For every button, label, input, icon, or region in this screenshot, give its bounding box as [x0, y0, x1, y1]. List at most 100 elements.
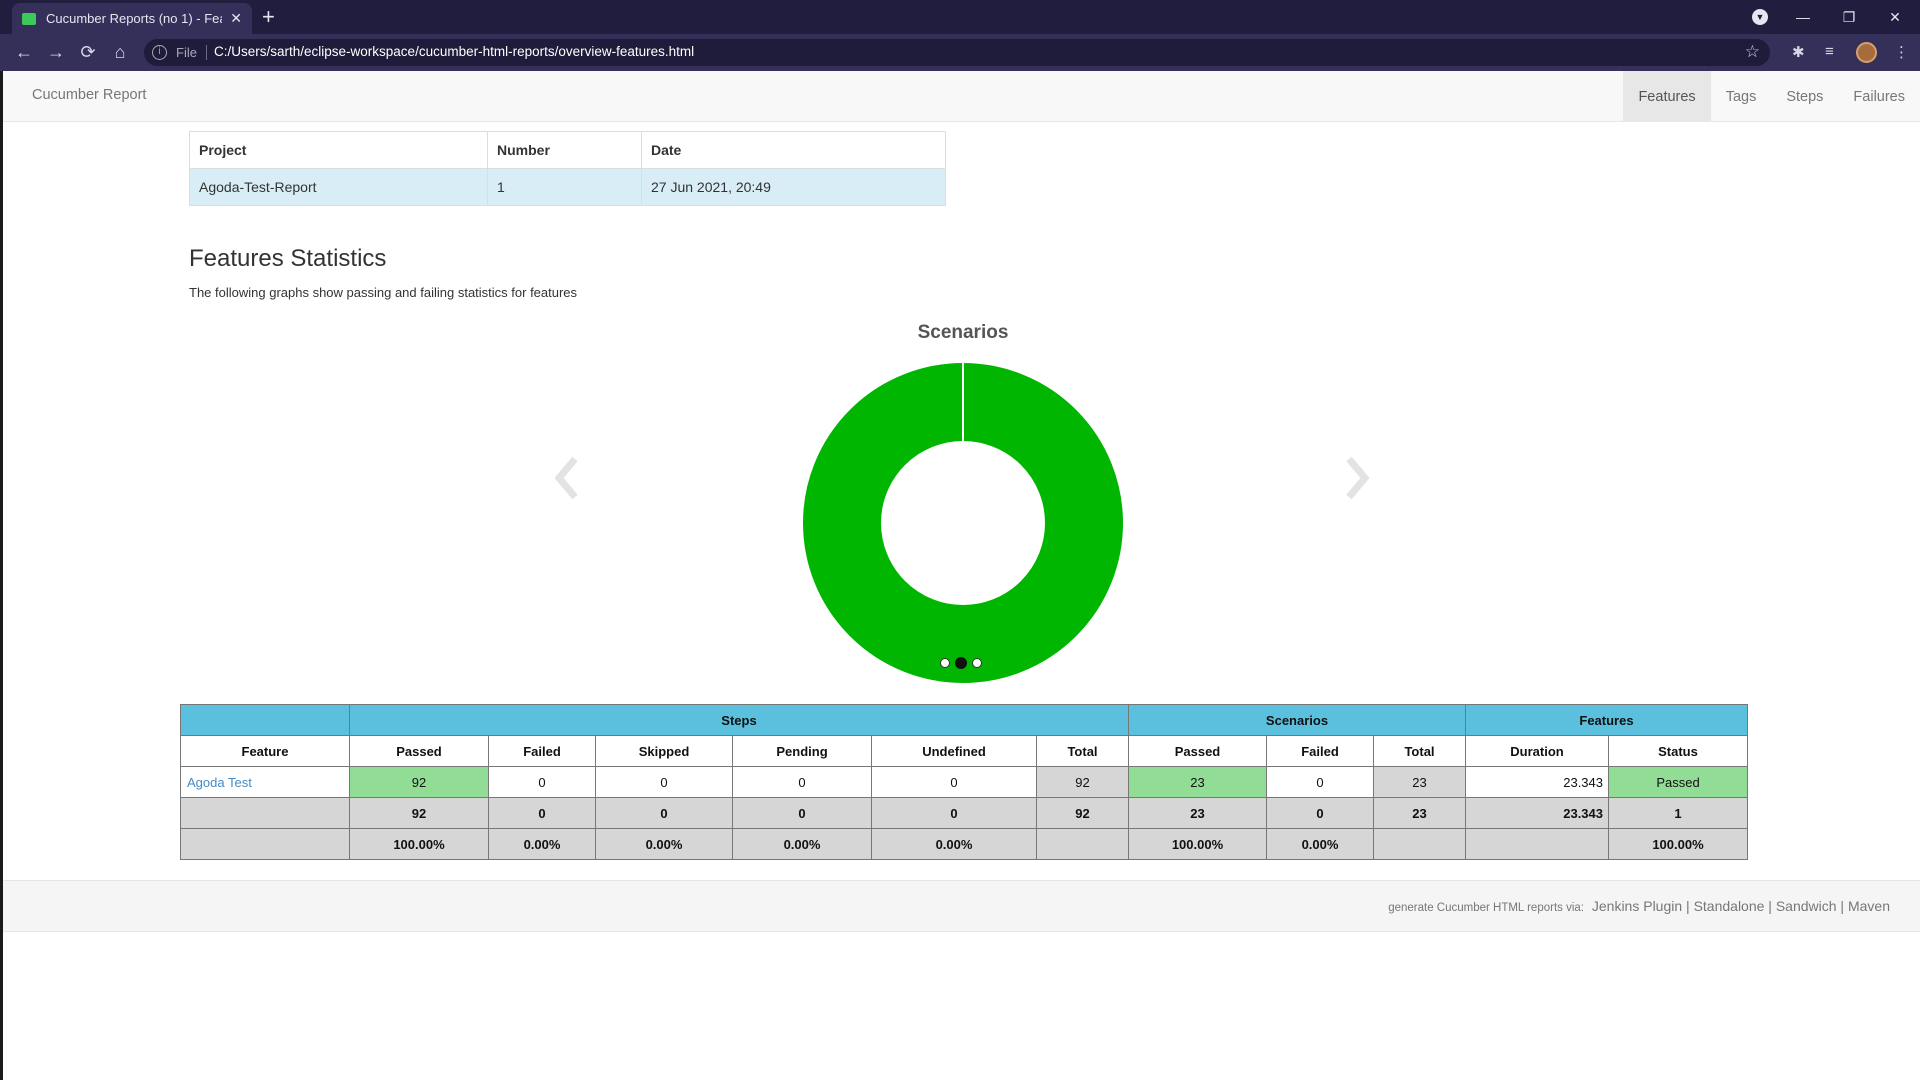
tab-search-icon[interactable]: ▼: [1752, 9, 1768, 25]
project-header: Project: [189, 131, 488, 169]
header-scenarios-failed[interactable]: Failed: [1266, 735, 1374, 767]
carousel-dot-2[interactable]: [955, 657, 967, 669]
build-info-table: Project Number Date Agoda-Test-Report 1 …: [189, 131, 946, 206]
home-icon[interactable]: ⌂: [106, 34, 134, 71]
number-header: Number: [487, 131, 642, 169]
nav-steps[interactable]: Steps: [1771, 71, 1838, 122]
extensions-icon[interactable]: ✱: [1792, 43, 1805, 61]
back-icon[interactable]: ←: [10, 34, 38, 71]
forward-icon[interactable]: →: [42, 34, 70, 71]
group-steps: Steps: [349, 704, 1129, 736]
totals-label: [180, 797, 350, 829]
cell-steps-failed: 0: [488, 766, 596, 798]
total-scenarios-total: 23: [1373, 797, 1466, 829]
address-bar[interactable]: i File C:/Users/sarth/eclipse-workspace/…: [144, 39, 1770, 66]
media-queue-icon[interactable]: ≡: [1825, 43, 1834, 60]
footer-text: generate Cucumber HTML reports via: Jenk…: [1388, 898, 1890, 914]
report-footer: generate Cucumber HTML reports via: Jenk…: [3, 880, 1920, 932]
cell-status: Passed: [1608, 766, 1748, 798]
header-scenarios-total[interactable]: Total: [1373, 735, 1466, 767]
pct-scenarios-failed: 0.00%: [1266, 828, 1374, 860]
cell-steps-skipped: 0: [595, 766, 733, 798]
new-tab-icon[interactable]: +: [262, 5, 275, 29]
total-scenarios-failed: 0: [1266, 797, 1374, 829]
total-steps-pending: 0: [732, 797, 872, 829]
header-steps-undefined[interactable]: Undefined: [871, 735, 1037, 767]
total-steps-undefined: 0: [871, 797, 1037, 829]
number-value: 1: [487, 168, 642, 206]
date-header: Date: [641, 131, 946, 169]
pct-steps-undefined: 0.00%: [871, 828, 1037, 860]
carousel-indicators: [940, 657, 982, 669]
minimize-icon[interactable]: —: [1780, 0, 1826, 34]
pct-steps-total: [1036, 828, 1129, 860]
cell-steps-pending: 0: [732, 766, 872, 798]
pct-steps-skipped: 0.00%: [595, 828, 733, 860]
restore-icon[interactable]: ❐: [1826, 0, 1872, 34]
navbar-links: Features Tags Steps Failures: [1623, 71, 1920, 122]
total-steps-failed: 0: [488, 797, 596, 829]
chart-title: Scenarios: [917, 322, 1009, 343]
percent-label: [180, 828, 350, 860]
reload-icon[interactable]: ⟳: [74, 34, 102, 71]
features-statistics-description: The following graphs show passing and fa…: [189, 285, 578, 300]
header-steps-pending[interactable]: Pending: [732, 735, 872, 767]
pct-steps-pending: 0.00%: [732, 828, 872, 860]
header-steps-failed[interactable]: Failed: [488, 735, 596, 767]
total-steps-skipped: 0: [595, 797, 733, 829]
header-steps-passed[interactable]: Passed: [349, 735, 489, 767]
carousel-next-icon[interactable]: [1341, 453, 1371, 503]
total-features: 1: [1608, 797, 1748, 829]
features-statistics-title: Features Statistics: [189, 245, 387, 272]
pct-duration: [1465, 828, 1609, 860]
carousel-dot-3[interactable]: [972, 658, 982, 668]
scheme-label: File: [176, 45, 197, 60]
cell-duration: 23.343: [1465, 766, 1609, 798]
report-page: Cucumber Report Features Tags Steps Fail…: [0, 71, 1920, 1080]
pct-features: 100.00%: [1608, 828, 1748, 860]
header-status[interactable]: Status: [1608, 735, 1748, 767]
nav-features[interactable]: Features: [1623, 71, 1711, 122]
browser-tab[interactable]: Cucumber Reports (no 1) - Featu ✕: [12, 3, 252, 34]
header-scenarios-passed[interactable]: Passed: [1128, 735, 1267, 767]
nav-tags[interactable]: Tags: [1711, 71, 1772, 122]
total-scenarios-passed: 23: [1128, 797, 1267, 829]
feature-link[interactable]: Agoda Test: [180, 766, 350, 798]
carousel-prev-icon[interactable]: [553, 453, 583, 503]
cell-scenarios-passed: 23: [1128, 766, 1267, 798]
close-tab-icon[interactable]: ✕: [230, 10, 242, 27]
percent-row: 100.00% 0.00% 0.00% 0.00% 0.00% 100.00% …: [180, 828, 1748, 860]
cell-steps-passed: 92: [349, 766, 489, 798]
cell-scenarios-total: 23: [1373, 766, 1466, 798]
pct-scenarios-passed: 100.00%: [1128, 828, 1267, 860]
pct-steps-failed: 0.00%: [488, 828, 596, 860]
project-value: Agoda-Test-Report: [189, 168, 488, 206]
navbar-brand[interactable]: Cucumber Report: [32, 87, 146, 103]
cell-steps-undefined: 0: [871, 766, 1037, 798]
omnibox-divider: [206, 45, 207, 60]
url-text[interactable]: C:/Users/sarth/eclipse-workspace/cucumbe…: [214, 44, 694, 59]
footer-link-sandwich[interactable]: Sandwich: [1776, 898, 1837, 914]
header-steps-skipped[interactable]: Skipped: [595, 735, 733, 767]
footer-link-standalone[interactable]: Standalone: [1694, 898, 1765, 914]
cell-steps-total: 92: [1036, 766, 1129, 798]
nav-failures[interactable]: Failures: [1838, 71, 1920, 122]
group-empty: [180, 704, 350, 736]
window-close-icon[interactable]: ✕: [1872, 0, 1918, 34]
header-duration[interactable]: Duration: [1465, 735, 1609, 767]
tab-title: Cucumber Reports (no 1) - Featu: [46, 11, 223, 26]
header-feature[interactable]: Feature: [180, 735, 350, 767]
report-navbar: Cucumber Report Features Tags Steps Fail…: [3, 71, 1920, 122]
group-scenarios: Scenarios: [1128, 704, 1466, 736]
carousel-dot-1[interactable]: [940, 658, 950, 668]
info-icon[interactable]: i: [152, 45, 167, 60]
date-value: 27 Jun 2021, 20:49: [641, 168, 946, 206]
menu-kebab-icon[interactable]: ⋮: [1894, 43, 1909, 61]
total-steps-total: 92: [1036, 797, 1129, 829]
profile-avatar[interactable]: [1856, 42, 1877, 63]
total-steps-passed: 92: [349, 797, 489, 829]
header-steps-total[interactable]: Total: [1036, 735, 1129, 767]
bookmark-star-icon[interactable]: ☆: [1745, 42, 1760, 62]
footer-link-maven[interactable]: Maven: [1848, 898, 1890, 914]
footer-link-jenkins[interactable]: Jenkins Plugin: [1592, 898, 1682, 914]
